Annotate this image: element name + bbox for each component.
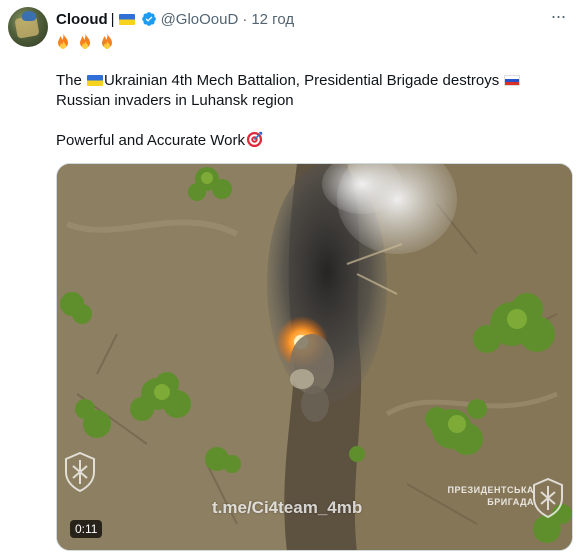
russia-flag-icon bbox=[504, 75, 521, 86]
text-body: Ukrainian 4th Mech Battalion, Presidenti… bbox=[104, 72, 504, 89]
video-watermark-brand: ПРЕЗИДЕНТСЬКА БРИГАДА bbox=[416, 484, 534, 508]
time-separator: · bbox=[242, 10, 248, 28]
ukraine-flag-icon bbox=[87, 75, 104, 86]
video-watermark-link: t.me/Ci4team_4mb bbox=[212, 498, 363, 517]
text-ending: Russian invaders in Luhansk region bbox=[56, 92, 294, 109]
text-prefix: The bbox=[56, 72, 87, 89]
watermark-brand-line2: БРИГАДА bbox=[487, 497, 534, 507]
fire-icon bbox=[80, 32, 91, 49]
user-handle[interactable]: @GloOouD bbox=[161, 11, 239, 28]
fire-icon bbox=[58, 32, 68, 49]
target-icon bbox=[246, 131, 263, 148]
tweet-text: The Ukrainian 4th Mech Battalion, Presid… bbox=[56, 71, 566, 151]
avatar[interactable] bbox=[8, 7, 48, 47]
verified-icon bbox=[141, 11, 157, 27]
name-separator: | bbox=[110, 10, 115, 28]
watermark-brand-line1: ПРЕЗИДЕНТСЬКА bbox=[447, 485, 534, 495]
display-name[interactable]: Clooud bbox=[56, 11, 108, 28]
brigade-emblem-icon bbox=[65, 452, 95, 492]
fire-icon bbox=[102, 32, 113, 49]
fire-emoji-row bbox=[56, 32, 118, 50]
ukraine-flag-icon bbox=[118, 13, 135, 25]
brigade-emblem-icon bbox=[533, 478, 563, 518]
text-second-line: Powerful and Accurate Work bbox=[56, 132, 245, 149]
video-duration: 0:11 bbox=[70, 520, 103, 538]
timestamp[interactable]: 12 год bbox=[251, 11, 294, 28]
tweet-header: Clooud | @GloOouD · 12 год bbox=[56, 9, 568, 29]
more-icon[interactable]: ··· bbox=[548, 6, 568, 26]
